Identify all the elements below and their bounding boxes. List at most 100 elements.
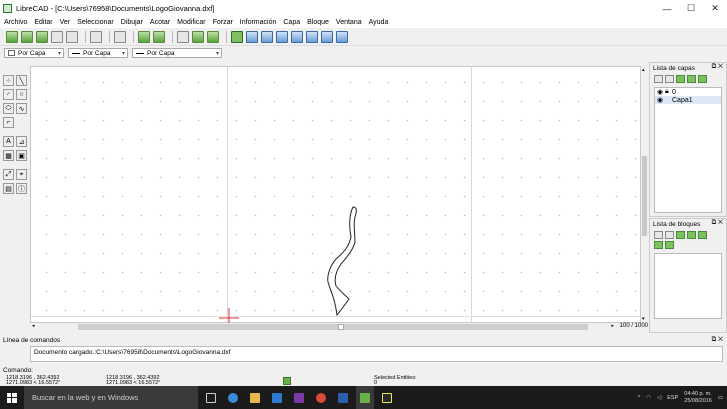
zoom-auto-icon[interactable] xyxy=(291,30,303,43)
drawing-canvas[interactable] xyxy=(30,66,641,324)
layer-row-capa1[interactable]: ◉ Capa1 xyxy=(655,96,721,104)
grid-toggle-icon[interactable] xyxy=(231,30,243,43)
scroll-up-icon[interactable]: ▴ xyxy=(642,67,645,73)
snap-tool-icon[interactable]: ⌖ xyxy=(16,169,27,180)
new-file-icon[interactable] xyxy=(6,30,18,43)
scroll-left-icon[interactable]: ◂ xyxy=(32,323,35,329)
open-file-icon[interactable] xyxy=(21,30,33,43)
panel-float-close-icon[interactable]: ⧉ ✕ xyxy=(712,63,723,71)
remove-block-icon[interactable] xyxy=(687,231,696,239)
edit-block-icon[interactable] xyxy=(654,241,663,249)
info-tool-icon[interactable]: ⓘ xyxy=(16,183,27,194)
menu-ayuda[interactable]: Ayuda xyxy=(369,19,389,26)
point-tool-icon[interactable]: ⁘ xyxy=(3,75,14,86)
dimension-tool-icon[interactable]: ⊿ xyxy=(16,136,27,147)
menu-ver[interactable]: Ver xyxy=(60,19,71,26)
print-icon[interactable] xyxy=(51,30,63,43)
minimize-button[interactable]: — xyxy=(655,0,679,17)
menu-archivo[interactable]: Archivo xyxy=(4,19,27,26)
print-preview-icon[interactable] xyxy=(66,30,78,43)
volume-icon[interactable]: ◁ xyxy=(657,395,661,401)
rename-block-icon[interactable] xyxy=(698,231,707,239)
horizontal-scrollbar[interactable]: ◂ ▸ xyxy=(30,323,616,331)
hatch-tool-icon[interactable]: ▦ xyxy=(3,150,14,161)
menu-capa[interactable]: Capa xyxy=(283,19,300,26)
scroll-down-icon[interactable]: ▾ xyxy=(642,316,645,322)
block-list[interactable] xyxy=(654,253,722,319)
file-explorer-icon[interactable] xyxy=(246,386,264,409)
menu-dibujar[interactable]: Dibujar xyxy=(121,19,143,26)
librecad-taskbar-icon[interactable] xyxy=(356,386,374,409)
color-combo[interactable]: Por Capa ▾ xyxy=(4,48,64,58)
remove-layer-icon[interactable] xyxy=(687,75,696,83)
hide-all-layers-icon[interactable] xyxy=(665,75,674,83)
adobe-app-icon[interactable] xyxy=(378,386,396,409)
menu-ventana[interactable]: Ventana xyxy=(336,19,362,26)
ellipse-tool-icon[interactable]: ⬭ xyxy=(3,103,14,114)
show-all-layers-icon[interactable] xyxy=(654,75,663,83)
zoom-pan-icon[interactable] xyxy=(336,30,348,43)
taskbar-search-box[interactable]: Buscar en la web y en Windows xyxy=(24,386,198,409)
zoom-out-icon[interactable] xyxy=(276,30,288,43)
eye-icon[interactable]: ◉ xyxy=(657,88,663,96)
save-icon[interactable] xyxy=(36,30,48,43)
undo-icon[interactable] xyxy=(138,30,150,43)
store-icon[interactable] xyxy=(268,386,286,409)
redo-icon[interactable] xyxy=(153,30,165,43)
notifications-icon[interactable]: ▭ xyxy=(718,395,723,401)
vertical-scrollbar[interactable]: ▴ ▾ xyxy=(641,66,648,323)
insert-block-icon[interactable] xyxy=(665,241,674,249)
circle-tool-icon[interactable]: ○ xyxy=(16,89,27,100)
input-language[interactable]: ESP xyxy=(667,395,678,401)
menu-editar[interactable]: Editar xyxy=(34,19,52,26)
panel-float-close-icon[interactable]: ⧉ ✕ xyxy=(712,219,723,227)
clock[interactable]: 04:40 p. m. 25/08/2016 xyxy=(684,391,712,405)
modify-tool-icon[interactable]: ⤢ xyxy=(3,169,14,180)
add-block-icon[interactable] xyxy=(676,231,685,239)
layer-row-0[interactable]: ◉ 🔒︎ 0 xyxy=(655,88,721,96)
spline-tool-icon[interactable]: ∿ xyxy=(16,103,27,114)
zoom-icon[interactable] xyxy=(246,30,258,43)
polyline-tool-icon[interactable]: ⌐ xyxy=(3,117,14,128)
onenote-icon[interactable] xyxy=(290,386,308,409)
select-pointer-icon[interactable] xyxy=(114,30,126,43)
text-tool-icon[interactable]: A xyxy=(3,136,14,147)
paste-icon[interactable] xyxy=(192,30,204,43)
line-tool-icon[interactable]: ╲ xyxy=(16,75,27,86)
command-input-row[interactable]: Comando: xyxy=(0,365,727,375)
menu-acotar[interactable]: Acotar xyxy=(150,19,170,26)
edit-layer-icon[interactable] xyxy=(698,75,707,83)
network-icon[interactable]: ◠ xyxy=(646,395,651,401)
menu-informacion[interactable]: Información xyxy=(240,19,277,26)
maximize-button[interactable]: ☐ xyxy=(679,0,703,17)
block-insert-icon[interactable] xyxy=(207,30,219,43)
image-tool-icon[interactable]: ▣ xyxy=(16,150,27,161)
tray-chevron-icon[interactable]: ^ xyxy=(638,395,641,401)
windows-start-icon[interactable] xyxy=(0,386,24,409)
block-tool-icon[interactable]: ▤ xyxy=(3,183,14,194)
word-icon[interactable] xyxy=(334,386,352,409)
add-layer-icon[interactable] xyxy=(676,75,685,83)
logo-drawing-entity[interactable] xyxy=(327,206,357,317)
horizontal-scroll-thumb[interactable] xyxy=(78,324,588,330)
zoom-previous-icon[interactable] xyxy=(306,30,318,43)
eye-icon[interactable]: ◉ xyxy=(657,96,663,104)
width-combo[interactable]: Por Capa ▾ xyxy=(68,48,128,58)
edge-browser-icon[interactable] xyxy=(224,386,242,409)
show-all-blocks-icon[interactable] xyxy=(654,231,663,239)
close-button[interactable]: ✕ xyxy=(703,0,727,17)
task-view-icon[interactable] xyxy=(202,386,220,409)
scroll-right-icon[interactable]: ▸ xyxy=(611,323,614,329)
zoom-window-icon[interactable] xyxy=(321,30,333,43)
zoom-in-icon[interactable] xyxy=(261,30,273,43)
lock-icon[interactable]: 🔒︎ xyxy=(665,88,670,96)
vertical-scroll-thumb[interactable] xyxy=(642,156,647,236)
linetype-combo[interactable]: Por Capa ▾ xyxy=(132,48,222,58)
cut-icon[interactable] xyxy=(90,30,102,43)
menu-seleccionar[interactable]: Seleccionar xyxy=(77,19,114,26)
menu-bloque[interactable]: Bloque xyxy=(307,19,329,26)
arc-tool-icon[interactable]: ◜ xyxy=(3,89,14,100)
menu-forzar[interactable]: Forzar xyxy=(213,19,233,26)
copy-icon[interactable] xyxy=(177,30,189,43)
hide-all-blocks-icon[interactable] xyxy=(665,231,674,239)
